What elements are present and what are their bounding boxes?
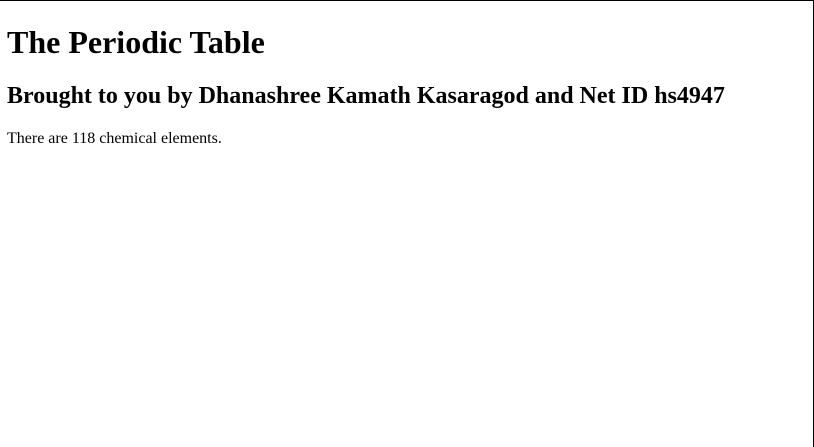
page-content: The Periodic Table Brought to you by Dha… xyxy=(7,1,806,148)
element-count-text: There are 118 chemical elements. xyxy=(7,130,222,147)
page-subtitle: Brought to you by Dhanashree Kamath Kasa… xyxy=(7,83,725,109)
page-title: The Periodic Table xyxy=(7,24,265,60)
